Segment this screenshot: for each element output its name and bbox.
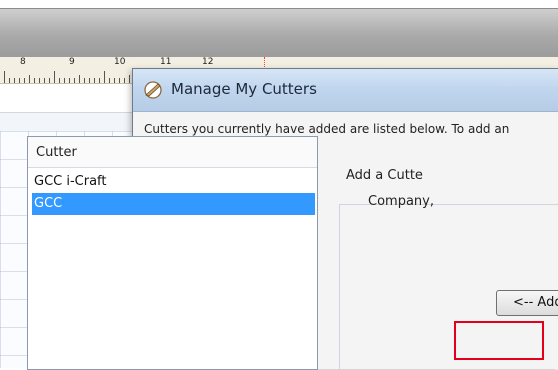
ruler-tick xyxy=(109,78,110,83)
add-cutter-group-label: Add a Cutte xyxy=(344,168,425,183)
add-cutter-button[interactable]: <-- Add xyxy=(496,290,558,316)
ruler-tick xyxy=(114,78,115,83)
app-toolbar xyxy=(0,8,558,58)
ruler-tick xyxy=(104,71,105,83)
top-margin xyxy=(0,0,558,8)
ruler-tick xyxy=(59,78,60,83)
cutter-blade-icon xyxy=(144,81,162,99)
ruler-tick xyxy=(49,78,50,83)
ruler-tick xyxy=(39,78,40,83)
dialog-title: Manage My Cutters xyxy=(171,80,317,98)
cutter-list-item[interactable]: GCC i-Craft xyxy=(32,171,315,193)
ruler-tick xyxy=(29,75,30,83)
ruler-tick xyxy=(89,78,90,83)
ruler-tick xyxy=(129,75,130,83)
ruler-number-8: 8 xyxy=(20,57,26,67)
ruler-number-10: 10 xyxy=(114,57,126,67)
ruler-number-11: 11 xyxy=(160,57,172,67)
ruler-tick xyxy=(124,78,125,83)
ruler-tick xyxy=(34,78,35,83)
company-label: Company, xyxy=(368,194,434,209)
ruler-tick xyxy=(4,71,5,83)
cutter-list-header[interactable]: Cutter xyxy=(28,137,317,168)
ruler-tick xyxy=(19,78,20,83)
ruler-tick xyxy=(14,78,15,83)
ruler-tick xyxy=(44,78,45,83)
add-button-label: <-- Add xyxy=(513,295,558,310)
ruler-tick xyxy=(79,75,80,83)
secondary-ruler-strip xyxy=(0,112,140,132)
ruler-tick xyxy=(9,78,10,83)
cutter-list-item-selected[interactable]: GCC xyxy=(32,193,315,215)
ruler-tick xyxy=(84,78,85,83)
ruler-number-12: 12 xyxy=(202,57,214,67)
ruler-tick xyxy=(54,71,55,83)
cutter-list[interactable]: Cutter GCC i-Craft GCC xyxy=(27,136,318,370)
red-highlight-box xyxy=(454,321,544,360)
ruler-number-9: 9 xyxy=(69,57,75,67)
ruler-tick xyxy=(119,78,120,83)
ruler-tick xyxy=(94,78,95,83)
ruler-tick xyxy=(99,78,100,83)
cutter-item-label: GCC xyxy=(34,196,63,211)
dialog-titlebar[interactable]: Manage My Cutters xyxy=(133,69,558,112)
ruler-tick xyxy=(64,78,65,83)
ruler-tick xyxy=(69,78,70,83)
ruler-tick xyxy=(74,78,75,83)
cutter-column-header: Cutter xyxy=(36,145,77,160)
cutter-item-label: GCC i-Craft xyxy=(34,174,107,189)
ruler-tick xyxy=(24,78,25,83)
